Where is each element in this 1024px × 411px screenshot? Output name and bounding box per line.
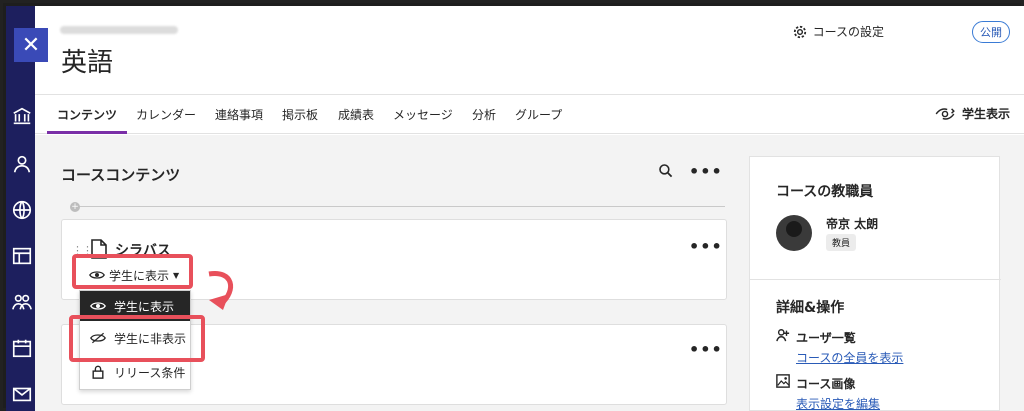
content-more-options-icon[interactable]: ••• (689, 162, 723, 181)
course-tabs: コンテンツ カレンダー 連絡事項 掲示板 成績表 メッセージ 分析 グループ 学… (35, 94, 1024, 134)
tab-calendar[interactable]: カレンダー (136, 106, 196, 123)
role-badge: 教員 (826, 234, 857, 251)
staff-heading: コースの教職員 (776, 184, 874, 200)
add-content-plus-icon[interactable]: + (70, 202, 80, 212)
search-icon[interactable] (658, 163, 674, 179)
left-navigation-rail (6, 6, 36, 411)
globe-icon[interactable] (10, 198, 34, 222)
roster-row: ユーザ一覧 コースの全員を表示 (776, 327, 903, 366)
student-preview-icon (935, 107, 955, 120)
sidebar-divider (750, 279, 1001, 280)
avatar[interactable] (776, 215, 812, 251)
tab-analytics[interactable]: 分析 (472, 106, 496, 123)
menu-item-release-label: リリース条件 (114, 365, 186, 380)
organizations-icon[interactable] (10, 290, 34, 314)
student-view-button[interactable]: 学生表示 (934, 105, 1010, 122)
tab-groups[interactable]: グループ (515, 106, 562, 123)
tab-gradebook[interactable]: 成績表 (338, 106, 374, 123)
tab-announcements[interactable]: 連絡事項 (215, 106, 263, 123)
profile-icon[interactable] (10, 152, 34, 176)
window-frame: 英語 コースの設定 公開 コンテンツ カレンダー 連絡事項 掲示板 成績表 メッ… (0, 0, 1024, 411)
active-tab-indicator (47, 131, 127, 134)
add-content-divider (75, 206, 725, 207)
eye-icon (90, 302, 106, 310)
calendar-icon[interactable] (10, 336, 34, 360)
right-sidebar: コースの教職員 帝京 太朗 教員 詳細&操作 ユーザ一覧 コースの全員を表示 コ… (749, 156, 1001, 411)
settings-label: コースの設定 (812, 25, 884, 39)
close-course-button[interactable]: ✕ (14, 28, 48, 62)
item-more-options-icon[interactable]: ••• (689, 237, 723, 256)
tab-content[interactable]: コンテンツ (57, 106, 117, 123)
curved-arrow-icon (208, 271, 233, 310)
tab-messages[interactable]: メッセージ (393, 106, 453, 123)
section-title: コースコンテンツ (61, 166, 181, 184)
course-panel: 英語 コースの設定 公開 コンテンツ カレンダー 連絡事項 掲示板 成績表 メッ… (35, 6, 1024, 411)
roster-link[interactable]: コースの全員を表示 (796, 349, 903, 366)
student-view-label: 学生表示 (961, 107, 1010, 121)
close-icon: ✕ (21, 32, 41, 58)
course-image-row: コース画像 表示設定を編集 (776, 373, 880, 411)
course-settings-button[interactable]: コースの設定 (793, 23, 884, 40)
mail-icon[interactable] (10, 382, 34, 406)
staff-name[interactable]: 帝京 太朗 (826, 215, 878, 232)
users-icon (776, 329, 790, 342)
details-heading: 詳細&操作 (776, 300, 845, 316)
gear-icon (793, 25, 806, 38)
item2-more-options-icon[interactable]: ••• (689, 340, 723, 359)
course-image-link[interactable]: 表示設定を編集 (796, 395, 880, 411)
course-title: 英語 (61, 48, 114, 78)
highlight-box-hidden-option (69, 315, 205, 362)
menu-item-visible-label: 学生に表示 (114, 299, 175, 314)
course-image-heading: コース画像 (796, 377, 856, 391)
status-badge[interactable]: 公開 (972, 21, 1010, 43)
lock-icon (92, 365, 104, 379)
highlight-box-dropdown (72, 254, 193, 289)
image-icon (776, 374, 790, 388)
institution-icon[interactable] (10, 104, 34, 128)
tab-discussions[interactable]: 掲示板 (282, 106, 318, 123)
blurred-course-code (60, 26, 178, 34)
roster-heading: ユーザ一覧 (796, 331, 856, 345)
courses-icon[interactable] (10, 244, 34, 268)
